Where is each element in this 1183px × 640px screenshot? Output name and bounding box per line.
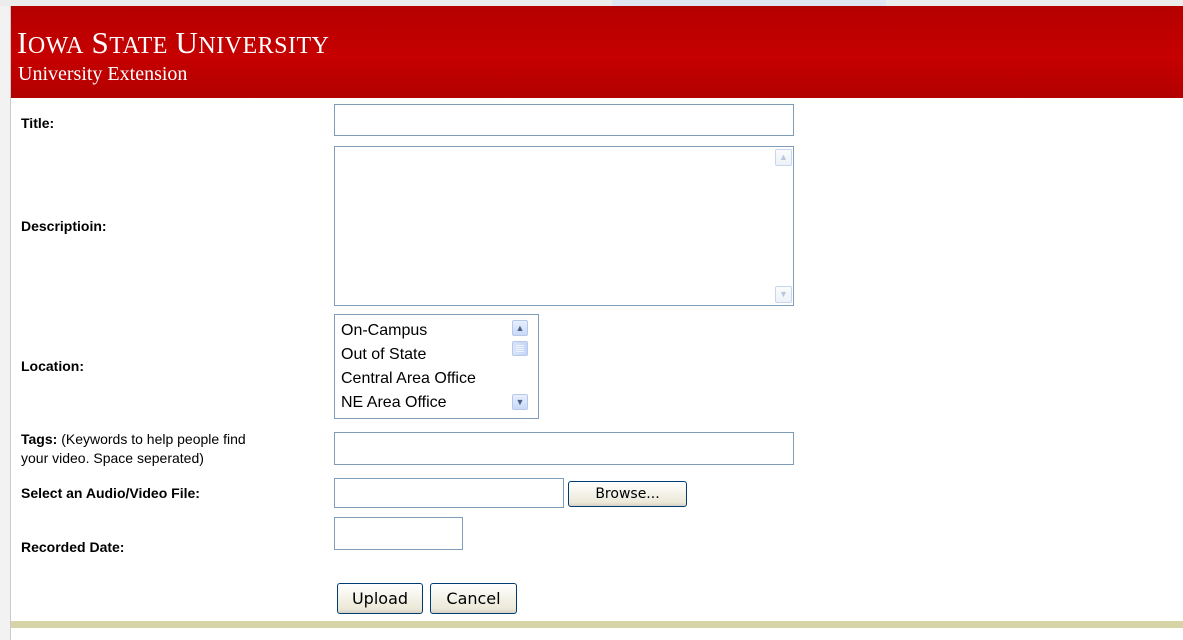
location-listbox[interactable]: On-Campus Out of State Central Area Offi… <box>334 314 539 419</box>
browse-button[interactable]: Browse... <box>568 481 687 507</box>
location-scrollbar[interactable]: ▲ ▼ <box>511 318 529 414</box>
location-option[interactable]: Central Area Office <box>341 369 476 389</box>
recorded-date-input[interactable] <box>334 517 463 550</box>
department-name: University Extension <box>18 63 188 85</box>
title-label: Title: <box>21 115 55 131</box>
scroll-up-arrow-icon[interactable]: ▲ <box>512 320 528 336</box>
description-label: Descriptioin: <box>21 218 107 234</box>
university-logo-text[interactable]: IOWA STATE UNIVERSITY <box>17 27 330 61</box>
location-option[interactable]: On-Campus <box>341 321 427 341</box>
description-scrollbar[interactable]: ▲ ▼ <box>775 148 792 304</box>
site-header: IOWA STATE UNIVERSITY University Extensi… <box>11 6 1183 98</box>
location-option[interactable]: Out of State <box>341 345 426 365</box>
footer-divider <box>11 621 1183 628</box>
scroll-up-arrow-icon[interactable]: ▲ <box>775 149 792 166</box>
scroll-down-arrow-icon[interactable]: ▼ <box>775 286 792 303</box>
description-textarea[interactable]: ▲ ▼ <box>334 146 794 306</box>
tags-input[interactable] <box>334 432 794 465</box>
tags-note-line2: your video. Space seperated) <box>21 450 204 466</box>
tags-label-text: Tags: <box>21 431 58 447</box>
tags-note: (Keywords to help people find <box>57 431 246 447</box>
upload-button[interactable]: Upload <box>337 583 423 614</box>
scrollbar-thumb[interactable] <box>512 341 528 356</box>
file-path-input[interactable] <box>334 478 564 508</box>
file-label: Select an Audio/Video File: <box>21 485 200 501</box>
cancel-button[interactable]: Cancel <box>430 583 517 614</box>
scroll-down-arrow-icon[interactable]: ▼ <box>512 394 528 410</box>
title-input[interactable] <box>334 104 794 136</box>
recorded-date-label: Recorded Date: <box>21 539 125 555</box>
tags-label: Tags: (Keywords to help people find your… <box>21 430 246 468</box>
browser-left-edge <box>0 6 11 640</box>
location-label: Location: <box>21 358 84 374</box>
location-option[interactable]: NE Area Office <box>341 393 447 413</box>
